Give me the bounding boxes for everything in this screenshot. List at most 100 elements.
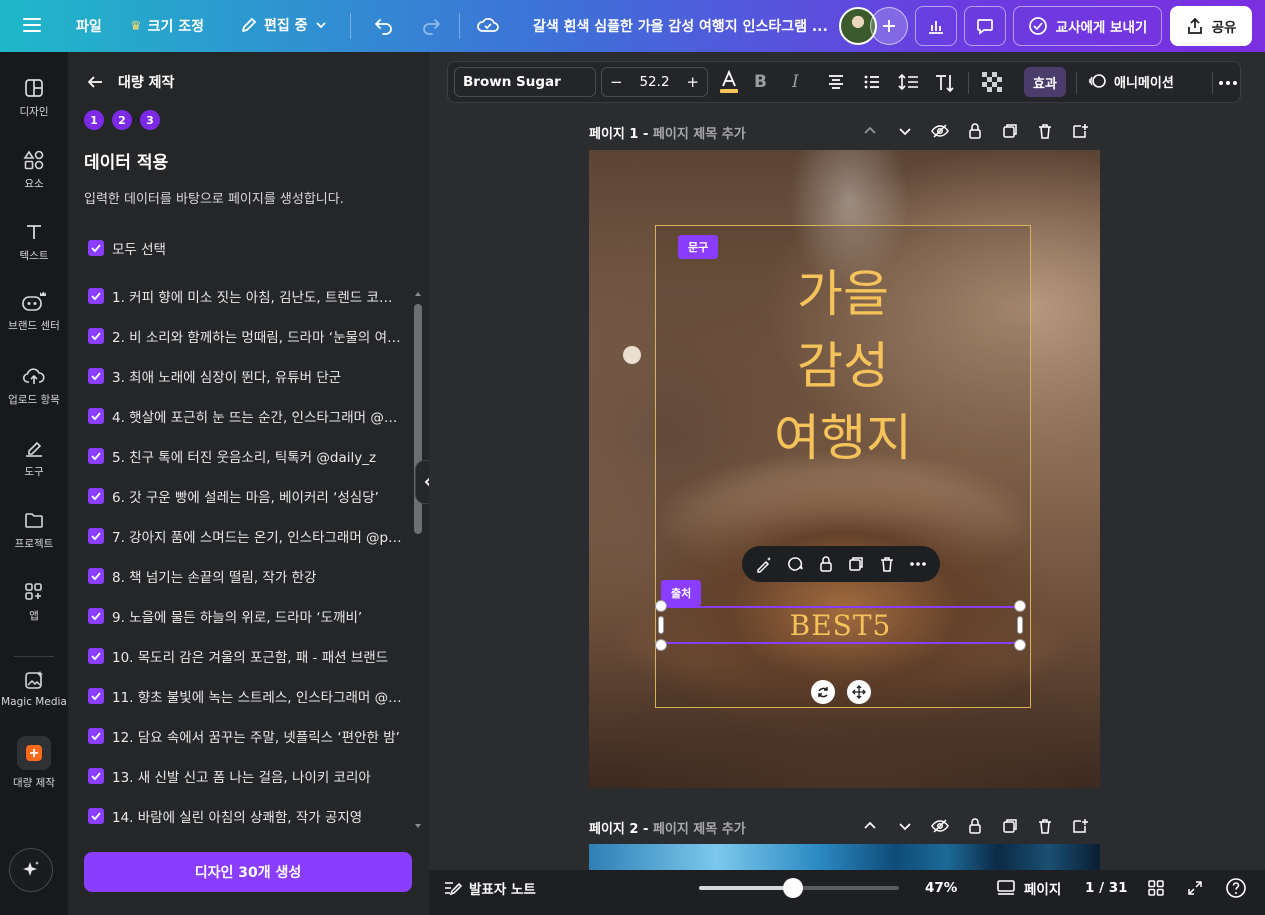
scrollbar-track[interactable] <box>414 292 422 832</box>
align-center-icon[interactable] <box>826 72 846 92</box>
rail-item-apps[interactable]: 앱 <box>0 581 68 623</box>
animate-button[interactable]: 애니메이션 <box>1088 71 1174 91</box>
text-direction-icon[interactable] <box>934 72 956 94</box>
step-indicator-3[interactable]: 3 <box>140 110 160 130</box>
data-row-checkbox[interactable]: 4. 햇살에 포근히 눈 뜨는 순간, 인스타그래머 @morning <box>88 406 402 426</box>
send-to-teacher-button[interactable]: 교사에게 보내기 <box>1013 6 1162 46</box>
scroll-up-icon[interactable] <box>415 292 421 296</box>
delete-icon[interactable] <box>1036 122 1054 140</box>
zoom-slider-knob[interactable] <box>783 878 803 898</box>
side-handle[interactable] <box>1017 616 1023 634</box>
page-title-input[interactable]: 페이지 제목 추가 <box>653 822 746 837</box>
file-menu[interactable]: 파일 <box>76 16 102 36</box>
generate-designs-button[interactable]: 디자인 30개 생성 <box>84 852 412 892</box>
design-page-1[interactable]: 문구 가을 감성 여행지 출처 BEST5 <box>589 150 1100 788</box>
rail-item-elements[interactable]: 요소 <box>0 149 68 191</box>
spacing-icon[interactable] <box>898 72 920 92</box>
undo-icon[interactable] <box>373 14 395 36</box>
zoom-slider[interactable] <box>699 878 899 898</box>
side-handle[interactable] <box>658 616 664 634</box>
delete-icon[interactable] <box>878 555 896 573</box>
rail-item-uploads[interactable]: 업로드 항목 <box>0 365 68 407</box>
move-handle[interactable] <box>847 680 871 704</box>
data-row-checkbox[interactable]: 1. 커피 향에 미소 짓는 아침, 김난도, 트렌드 코리아 <box>88 286 402 306</box>
chevron-up-icon[interactable] <box>861 817 879 835</box>
cloud-saved-icon[interactable] <box>476 14 500 36</box>
chevron-down-icon[interactable] <box>896 817 914 835</box>
comments-button[interactable] <box>964 6 1006 46</box>
data-row-checkbox[interactable]: 14. 바람에 실린 아침의 상쾌함, 작가 공지영 <box>88 806 402 826</box>
back-button[interactable]: 대량 제작 <box>86 72 174 92</box>
duplicate-icon[interactable] <box>1001 817 1019 835</box>
resize-handle[interactable] <box>655 600 667 612</box>
lock-icon[interactable] <box>817 555 835 573</box>
transparency-icon[interactable] <box>982 72 1002 92</box>
insights-button[interactable] <box>915 6 957 46</box>
step-indicator-2[interactable]: 2 <box>112 110 132 130</box>
rail-item-brand[interactable]: 브랜드 센터 <box>0 289 68 333</box>
rail-item-design[interactable]: 디자인 <box>0 77 68 119</box>
list-icon[interactable] <box>862 72 882 92</box>
more-options-icon[interactable] <box>909 561 927 567</box>
data-row-checkbox[interactable]: 11. 향초 불빛에 녹는 스트레스, 인스타그래머 @candle <box>88 686 402 706</box>
effects-button[interactable]: 효과 <box>1024 67 1066 97</box>
plus-icon[interactable]: + <box>686 73 699 91</box>
hide-page-icon[interactable] <box>931 817 949 835</box>
editing-mode-dropdown[interactable]: 편집 중 <box>240 15 328 35</box>
minus-icon[interactable]: − <box>610 73 623 91</box>
comment-add-icon[interactable] <box>786 555 804 573</box>
select-all-checkbox[interactable]: 모두 선택 <box>88 238 166 258</box>
more-options-icon[interactable] <box>1218 80 1238 86</box>
data-row-checkbox[interactable]: 6. 갓 구운 빵에 설레는 마음, 베이커리 ‘성심당’ <box>88 486 402 506</box>
lock-icon[interactable] <box>966 122 984 140</box>
design-page-2[interactable] <box>589 844 1100 870</box>
pages-view-button[interactable]: 페이지 <box>996 878 1061 898</box>
rail-item-text[interactable]: 텍스트 <box>0 221 68 263</box>
chevron-down-icon[interactable] <box>896 122 914 140</box>
magic-edit-icon[interactable] <box>755 555 773 573</box>
rail-item-tools[interactable]: 도구 <box>0 437 68 479</box>
duplicate-icon[interactable] <box>1001 122 1019 140</box>
bold-icon[interactable]: B <box>754 72 767 92</box>
resize-handle[interactable] <box>1014 600 1026 612</box>
source-text-box[interactable]: BEST5 <box>661 606 1020 644</box>
font-family-dropdown[interactable]: Brown Sugar <box>454 67 596 97</box>
rotate-handle[interactable] <box>811 680 835 704</box>
font-size-stepper[interactable]: − 52.2 + <box>601 67 708 97</box>
data-row-checkbox[interactable]: 9. 노을에 물든 하늘의 위로, 드라마 ‘도깨비’ <box>88 606 402 626</box>
redo-icon[interactable] <box>420 14 442 36</box>
add-page-icon[interactable] <box>1071 817 1089 835</box>
grid-view-icon[interactable] <box>1147 879 1165 897</box>
data-row-checkbox[interactable]: 2. 비 소리와 함께하는 멍때림, 드라마 ‘눈물의 여왕’ <box>88 326 402 346</box>
resize-button[interactable]: ♛ 크기 조정 <box>130 16 204 36</box>
data-row-checkbox[interactable]: 10. 목도리 감은 겨울의 포근함, 패 - 패션 브랜드 <box>88 646 402 666</box>
help-icon[interactable] <box>1225 877 1247 899</box>
zoom-value[interactable]: 47% <box>925 880 957 896</box>
share-button[interactable]: 공유 <box>1170 6 1252 46</box>
presenter-notes-button[interactable]: 발표자 노트 <box>443 878 536 898</box>
rail-item-projects[interactable]: 프로젝트 <box>0 509 68 551</box>
text-color-button[interactable] <box>718 69 740 95</box>
chevron-up-icon[interactable] <box>861 122 879 140</box>
resize-handle[interactable] <box>655 639 667 651</box>
menu-icon[interactable] <box>22 15 42 35</box>
data-row-checkbox[interactable]: 7. 강아지 품에 스며드는 온기, 인스타그래머 @puppy <box>88 526 402 546</box>
scroll-down-icon[interactable] <box>415 824 421 828</box>
data-row-checkbox[interactable]: 13. 새 신발 신고 폼 나는 걸음, 나이키 코리아 <box>88 766 402 786</box>
data-row-checkbox[interactable]: 8. 책 넘기는 손끝의 떨림, 작가 한강 <box>88 566 402 586</box>
headline-text[interactable]: 가을 감성 여행지 <box>655 258 1031 474</box>
rail-item-bulk-create[interactable]: 대량 제작 <box>0 736 68 790</box>
data-row-checkbox[interactable]: 12. 담요 속에서 꿈꾸는 주말, 넷플릭스 ‘편안한 밤’ <box>88 726 402 746</box>
font-size-value[interactable]: 52.2 <box>639 74 669 90</box>
add-collaborator-button[interactable] <box>870 7 908 45</box>
page-title-input[interactable]: 페이지 제목 추가 <box>653 127 746 142</box>
document-title[interactable]: 갈색 흰색 심플한 가을 감성 여행지 인스타그램 ... <box>533 16 828 36</box>
step-indicator-1[interactable]: 1 <box>84 110 104 130</box>
rail-item-magic-media[interactable]: Magic Media <box>0 669 68 708</box>
data-row-checkbox[interactable]: 3. 최애 노래에 심장이 뛴다, 유튜버 단군 <box>88 366 402 386</box>
data-row-checkbox[interactable]: 5. 친구 톡에 터진 웃음소리, 틱톡커 @daily_z <box>88 446 402 466</box>
add-page-icon[interactable] <box>1071 122 1089 140</box>
duplicate-icon[interactable] <box>847 555 865 573</box>
italic-icon[interactable]: I <box>792 72 799 92</box>
resize-handle[interactable] <box>1014 639 1026 651</box>
